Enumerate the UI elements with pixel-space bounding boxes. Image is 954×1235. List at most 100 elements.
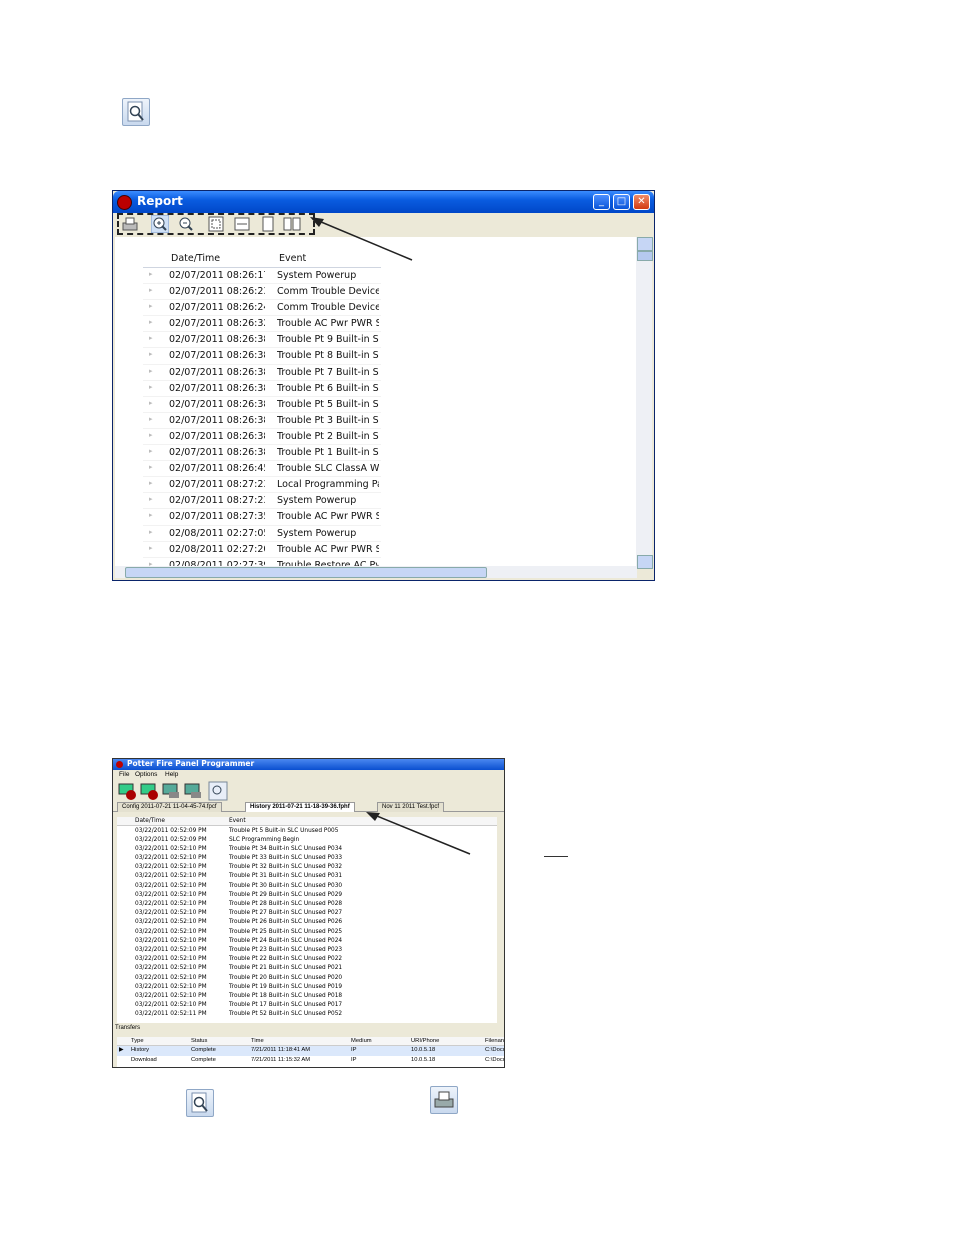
report-title: Report (137, 194, 183, 208)
scroll-thumb[interactable] (637, 251, 653, 261)
table-row[interactable]: 03/22/2011 02:52:10 PM Trouble Pt 19 Bui… (117, 982, 497, 991)
scroll-down-arrow[interactable] (637, 555, 653, 569)
row-marker: ▸ (149, 511, 153, 520)
cell-event: Comm Trouble Device (277, 302, 379, 314)
table-row[interactable]: ▸ 02/07/2011 08:26:38 Trouble Pt 6 Built… (143, 381, 381, 397)
col-datetime[interactable]: Date/Time (135, 818, 165, 824)
table-row[interactable]: ▸ 02/07/2011 08:26:38 Trouble Pt 5 Built… (143, 397, 381, 413)
transfer-row[interactable]: Download Complete 7/21/2011 11:15:32 AM IP 1… (117, 1056, 504, 1066)
table-row[interactable]: ▸ 02/07/2011 08:26:24 Comm Trouble Devic… (143, 300, 381, 317)
hscroll-thumb[interactable] (125, 567, 487, 578)
upload-icon (162, 783, 179, 798)
table-row[interactable]: 03/22/2011 02:52:10 PM Trouble Pt 32 Bui… (117, 863, 497, 872)
table-row[interactable]: ▸ 02/07/2011 08:26:38 Trouble Pt 3 Built… (143, 413, 381, 429)
cell-datetime: 03/22/2011 02:52:09 PM (135, 836, 207, 843)
close-button[interactable]: ✕ (633, 194, 650, 210)
table-row[interactable]: 03/22/2011 02:52:10 PM Trouble Pt 26 Bui… (117, 918, 497, 927)
row-marker: ▸ (149, 479, 153, 488)
col-uri[interactable]: URI/Phone (411, 1038, 439, 1044)
col-medium[interactable]: Medium (351, 1038, 372, 1044)
transfer-cell: Download (131, 1057, 157, 1063)
menu-file[interactable]: File (119, 771, 129, 778)
cell-datetime: 03/22/2011 02:52:10 PM (135, 992, 207, 999)
menu-help[interactable]: Help (165, 771, 178, 778)
row-marker: ▸ (149, 318, 153, 327)
maximize-button[interactable]: □ (613, 194, 630, 210)
cell-datetime: 02/07/2011 08:27:35 (169, 511, 265, 523)
table-row[interactable]: 03/22/2011 02:52:10 PM Trouble Pt 22 Bui… (117, 955, 497, 964)
table-row[interactable]: ▸ 02/08/2011 02:27:20 Trouble AC Pwr PWR… (143, 542, 381, 558)
table-row[interactable]: ▸ 02/07/2011 08:26:38 Trouble Pt 1 Built… (143, 445, 381, 462)
table-row[interactable]: 03/22/2011 02:52:10 PM Trouble Pt 17 Bui… (117, 1001, 497, 1010)
table-row[interactable]: 03/22/2011 02:52:10 PM Trouble Pt 18 Bui… (117, 991, 497, 1000)
table-row[interactable]: ▸ 02/07/2011 08:27:23 Local Programming … (143, 477, 381, 494)
cell-event: Local Programming Pa (277, 479, 379, 491)
cell-datetime: 03/22/2011 02:52:10 PM (135, 910, 207, 917)
cell-event: Trouble AC Pwr PWR S (277, 543, 379, 555)
table-row[interactable]: ▸ 02/07/2011 08:26:32 Trouble AC Pwr PWR… (143, 316, 381, 333)
table-row[interactable]: 03/22/2011 02:52:10 PM Trouble Pt 30 Bui… (117, 881, 497, 890)
cell-event: Trouble Pt 24 Built-in SLC Unused P024 (229, 937, 343, 944)
transfer-cell: 7/21/2011 11:15:32 AM (251, 1057, 311, 1063)
col-type[interactable]: Type (131, 1038, 144, 1044)
cell-datetime: 03/22/2011 02:52:10 PM (135, 974, 207, 981)
cell-event: Trouble Pt 8 Built-in SI (277, 350, 379, 362)
table-row[interactable]: 03/22/2011 02:52:10 PM Trouble Pt 31 Bui… (117, 872, 497, 881)
preview-icon[interactable] (186, 1089, 214, 1117)
cell-event: Trouble Pt 32 Built-in SLC Unused P032 (229, 864, 343, 871)
table-row[interactable]: ▸ 02/07/2011 08:26:23 Comm Trouble Devic… (143, 284, 381, 301)
table-row[interactable]: ▸ 02/08/2011 02:27:05 System Powerup (143, 526, 381, 542)
cell-event: System Powerup (277, 527, 357, 539)
table-row[interactable]: ▸ 02/07/2011 08:26:17 System Powerup (143, 268, 381, 285)
menu-options[interactable]: Options (135, 771, 157, 778)
table-row[interactable]: 03/22/2011 02:52:10 PM Trouble Pt 20 Bui… (117, 973, 497, 982)
cell-event: Trouble Pt 21 Built-in SLC Unused P021 (229, 965, 343, 972)
toolbar-highlight-box (117, 213, 315, 235)
row-marker: ▸ (149, 527, 153, 536)
tab-history[interactable]: History 2011-07-21 11-18-39-36.fphf (245, 802, 355, 812)
table-row[interactable]: 03/22/2011 02:52:10 PM Trouble Pt 25 Bui… (117, 927, 497, 936)
col-status[interactable]: Status (191, 1038, 207, 1044)
table-row[interactable]: ▸ 02/07/2011 08:26:38 Trouble Pt 8 Built… (143, 348, 381, 365)
table-row[interactable]: ▸ 02/07/2011 08:26:38 Trouble Pt 7 Built… (143, 365, 381, 381)
transfer-cell: 10.0.5.18 (411, 1057, 436, 1063)
vertical-scrollbar[interactable] (636, 237, 653, 569)
table-row[interactable]: 03/22/2011 02:52:10 PM Trouble Pt 21 Bui… (117, 964, 497, 973)
transfer-cell: History (131, 1047, 150, 1053)
cell-event: Trouble Pt 20 Built-in SLC Unused P020 (229, 974, 343, 981)
table-row[interactable]: ▸ 02/07/2011 08:26:38 Trouble Pt 9 Built… (143, 332, 381, 349)
transfers-grid-header: Type Status Time Medium URI/Phone Filena… (117, 1037, 504, 1046)
table-row[interactable]: ▸ 02/07/2011 08:26:45 Trouble SLC ClassA… (143, 461, 381, 478)
col-time[interactable]: Time (251, 1038, 264, 1044)
print-icon[interactable] (430, 1086, 458, 1114)
tab-config[interactable]: Config 2011-07-21 11-04-45-74.fpcf (117, 802, 222, 812)
cell-event: Comm Trouble Device (277, 286, 379, 298)
table-row[interactable]: 03/22/2011 02:52:10 PM Trouble Pt 27 Bui… (117, 909, 497, 918)
transfer-row[interactable]: ▶ History Complete 7/21/2011 11:18:41 AM IP 1… (117, 1046, 504, 1056)
table-row[interactable]: 03/22/2011 02:52:10 PM Trouble Pt 29 Bui… (117, 890, 497, 899)
cell-datetime: 03/22/2011 02:52:10 PM (135, 946, 207, 953)
preview-icon[interactable] (122, 98, 150, 126)
cell-event: Trouble Pt 22 Built-in SLC Unused P022 (229, 956, 343, 963)
col-filename[interactable]: Filenan (485, 1038, 504, 1044)
table-row[interactable]: ▸ 02/07/2011 08:27:35 Trouble AC Pwr PWR… (143, 509, 381, 526)
cell-event: Trouble Pt 26 Built-in SLC Unused P026 (229, 919, 343, 926)
table-row[interactable]: ▸ 02/07/2011 08:27:23 System Powerup (143, 493, 381, 510)
table-row[interactable]: 03/22/2011 02:52:10 PM Trouble Pt 23 Bui… (117, 945, 497, 954)
row-marker: ▸ (149, 286, 153, 295)
row-marker: ▸ (149, 366, 153, 375)
scroll-up-arrow[interactable] (637, 237, 653, 251)
app-icon (117, 195, 132, 210)
col-datetime[interactable]: Date/Time (171, 253, 267, 264)
cell-datetime: 02/07/2011 08:26:38 (169, 382, 265, 394)
cell-datetime: 03/22/2011 02:52:11 PM (135, 1011, 207, 1018)
table-row[interactable]: 03/22/2011 02:52:10 PM Trouble Pt 28 Bui… (117, 900, 497, 909)
table-row[interactable]: ▸ 02/07/2011 08:26:38 Trouble Pt 2 Built… (143, 429, 381, 446)
horizontal-scrollbar[interactable] (115, 566, 637, 578)
col-event[interactable]: Event (229, 818, 246, 824)
minimize-button[interactable]: _ (593, 194, 610, 210)
cell-event: Trouble Pt 3 Built-in SI (277, 414, 379, 426)
table-row[interactable]: 03/22/2011 02:52:10 PM Trouble Pt 24 Bui… (117, 936, 497, 945)
table-row[interactable]: 03/22/2011 02:52:11 PM Trouble Pt 52 Bui… (117, 1010, 497, 1019)
cell-event: Trouble Pt 1 Built-in SI (277, 447, 379, 459)
